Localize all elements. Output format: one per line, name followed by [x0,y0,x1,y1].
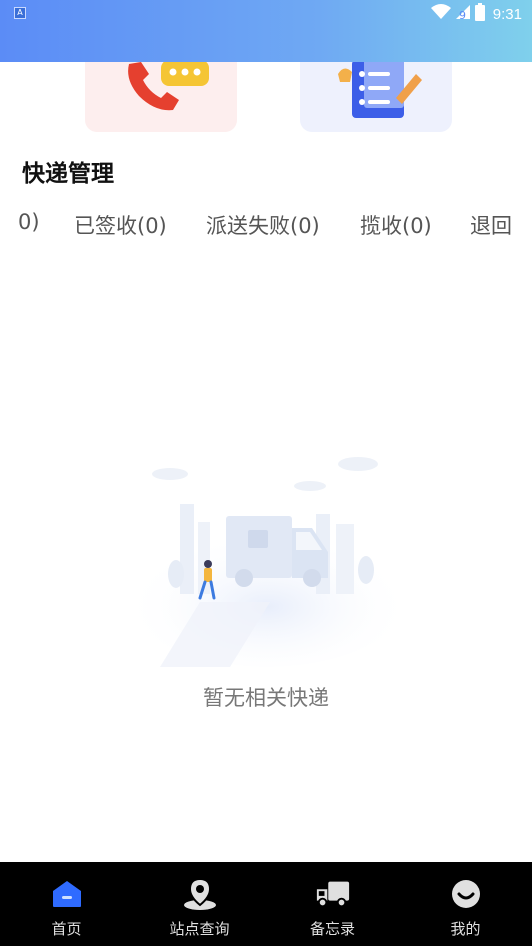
phone-icon [128,62,209,111]
empty-state-illustration [123,457,413,667]
tab-signed[interactable]: 已签收(0) [74,210,167,240]
nav-label-mine: 我的 [450,920,481,938]
tab-returned[interactable]: 退回 [470,210,512,240]
nav-label-station-search: 站点查询 [169,920,230,938]
nav-label-home: 首页 [51,920,82,938]
truck-icon [315,876,351,912]
status-bar: A 9 9:31 [0,0,532,62]
nav-item-mine[interactable]: 我的 [399,862,532,946]
tab-delivery-failed[interactable]: 派送失败(0) [206,210,320,240]
nav-item-memo[interactable]: 备忘录 [266,862,399,946]
empty-state-message: 暂无相关快递 [203,686,329,710]
section-title: 快递管理 [22,161,114,187]
location-icon [182,876,218,912]
feature-cards [0,62,532,134]
battery-icon [474,3,485,25]
nav-item-station-search[interactable]: 站点查询 [133,862,266,946]
wifi-icon [430,4,451,24]
notification-badge: A [14,7,26,19]
tab-collected[interactable]: 揽收(0) [360,210,432,240]
tab-partial[interactable]: 0) [18,210,40,234]
phone-card[interactable] [85,62,237,132]
profile-icon [448,876,484,912]
nav-item-home[interactable]: 首页 [0,862,133,946]
clock: 9:31 [492,5,522,23]
battery-level: 9 [459,9,466,22]
bottom-nav: 首页 站点查询 备忘录 我的 [0,862,532,946]
home-icon [49,876,85,912]
nav-label-memo: 备忘录 [309,920,355,938]
status-tabs: 0) 已签收(0) 派送失败(0) 揽收(0) 退回 [0,204,532,244]
notepad-icon [338,62,422,118]
status-icons: 9 9:31 [430,3,522,25]
notepad-card[interactable] [300,62,452,132]
